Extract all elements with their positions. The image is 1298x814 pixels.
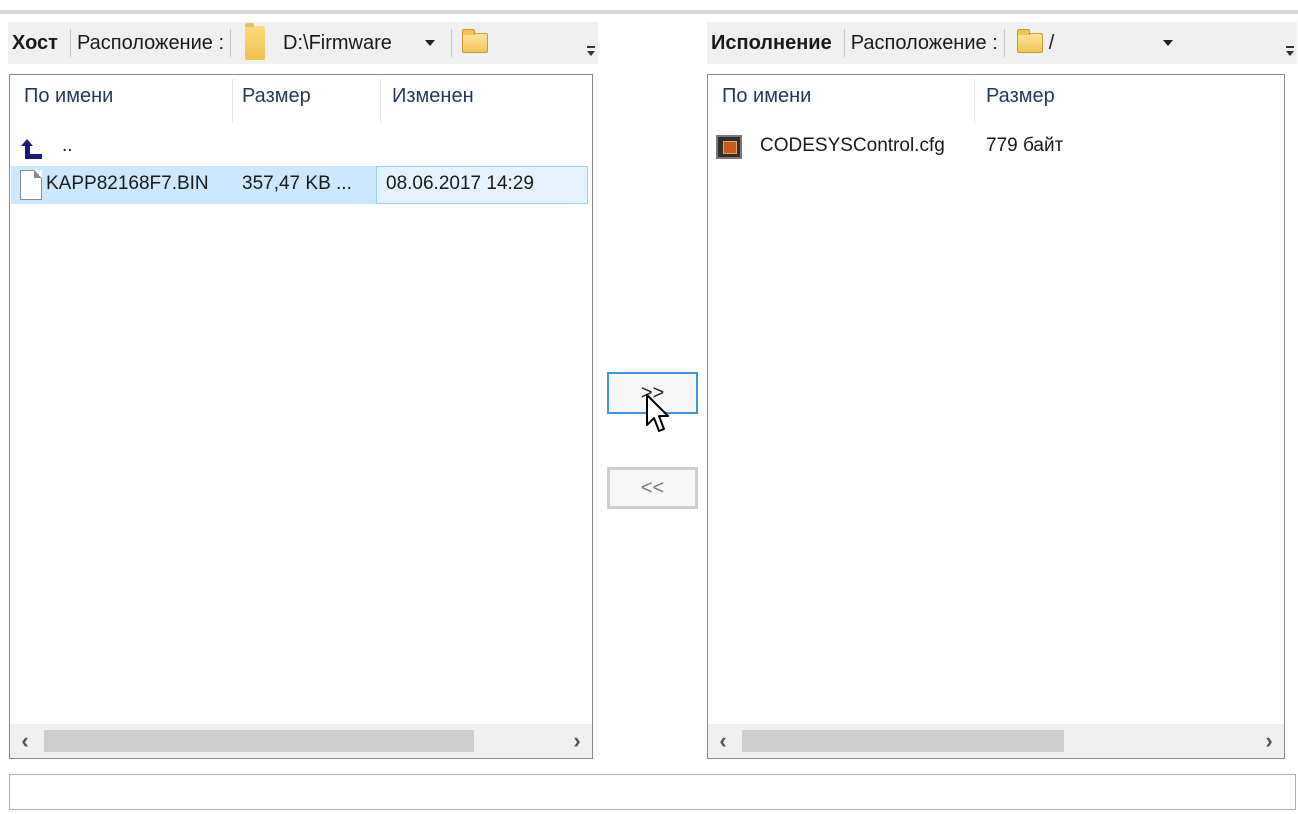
file-icon bbox=[20, 170, 42, 200]
host-col-name[interactable]: По имени bbox=[24, 85, 113, 108]
host-location-label: Расположение : bbox=[76, 31, 225, 54]
column-separator[interactable] bbox=[380, 79, 381, 123]
status-box bbox=[9, 774, 1296, 810]
runtime-path-combo[interactable]: / bbox=[1043, 32, 1163, 55]
host-col-modified[interactable]: Изменен bbox=[392, 85, 474, 108]
runtime-file-list[interactable]: По имени Размер CODESYSControl.cfg 779 б… bbox=[707, 74, 1285, 759]
parent-dir-entry[interactable]: .. bbox=[62, 135, 73, 157]
scroll-left-icon[interactable]: ‹ bbox=[708, 724, 738, 758]
host-file-name[interactable]: KAPP82168F7.BIN bbox=[46, 173, 209, 195]
scroll-left-icon[interactable]: ‹ bbox=[10, 724, 40, 758]
host-horizontal-scrollbar[interactable]: ‹ › bbox=[10, 724, 592, 758]
runtime-col-size[interactable]: Размер bbox=[986, 85, 1055, 108]
host-path-dropdown-icon[interactable] bbox=[425, 40, 436, 46]
host-title: Хост bbox=[12, 31, 58, 54]
up-level-icon[interactable] bbox=[20, 137, 44, 161]
runtime-horizontal-scrollbar[interactable]: ‹ › bbox=[708, 724, 1284, 758]
column-separator[interactable] bbox=[974, 79, 975, 123]
runtime-title: Исполнение bbox=[711, 31, 832, 54]
copy-to-host-button[interactable]: << bbox=[607, 467, 698, 509]
host-toolbar: Хост Расположение : D:\Firmware bbox=[8, 22, 598, 64]
runtime-location-label: Расположение : bbox=[850, 31, 998, 54]
host-file-size: 357,47 KB ... bbox=[242, 173, 352, 194]
toolbar-separator bbox=[843, 29, 845, 57]
scroll-thumb[interactable] bbox=[742, 730, 1064, 752]
toolbar-separator bbox=[451, 29, 453, 57]
top-divider bbox=[0, 10, 1298, 14]
host-file-modified: 08.06.2017 14:29 bbox=[386, 173, 534, 194]
host-col-size[interactable]: Размер bbox=[242, 85, 311, 108]
host-folder-browse-icon[interactable] bbox=[462, 29, 489, 53]
toolbar-separator bbox=[69, 29, 71, 57]
folder-icon bbox=[245, 23, 266, 60]
scroll-right-icon[interactable]: › bbox=[562, 724, 592, 758]
runtime-toolbar: Исполнение Расположение : / bbox=[707, 22, 1297, 64]
toolbar-separator bbox=[230, 29, 232, 57]
runtime-path-dropdown-icon[interactable] bbox=[1162, 40, 1173, 46]
runtime-file-name[interactable]: CODESYSControl.cfg bbox=[760, 135, 945, 157]
mouse-cursor-icon bbox=[646, 394, 669, 432]
runtime-col-name[interactable]: По имени bbox=[722, 85, 811, 108]
host-toolbar-overflow-icon[interactable] bbox=[586, 46, 596, 58]
scroll-right-icon[interactable]: › bbox=[1254, 724, 1284, 758]
host-file-list[interactable]: По имени Размер Изменен .. KAPP82168F7.B… bbox=[9, 74, 593, 759]
runtime-file-size: 779 байт bbox=[986, 135, 1064, 156]
column-separator[interactable] bbox=[232, 79, 233, 123]
runtime-toolbar-overflow-icon[interactable] bbox=[1285, 46, 1295, 58]
host-path-combo[interactable]: D:\Firmware bbox=[265, 32, 415, 55]
config-file-icon bbox=[716, 135, 742, 159]
toolbar-separator bbox=[1003, 29, 1005, 57]
scroll-thumb[interactable] bbox=[44, 730, 474, 752]
runtime-folder-browse-icon[interactable] bbox=[1016, 29, 1043, 53]
